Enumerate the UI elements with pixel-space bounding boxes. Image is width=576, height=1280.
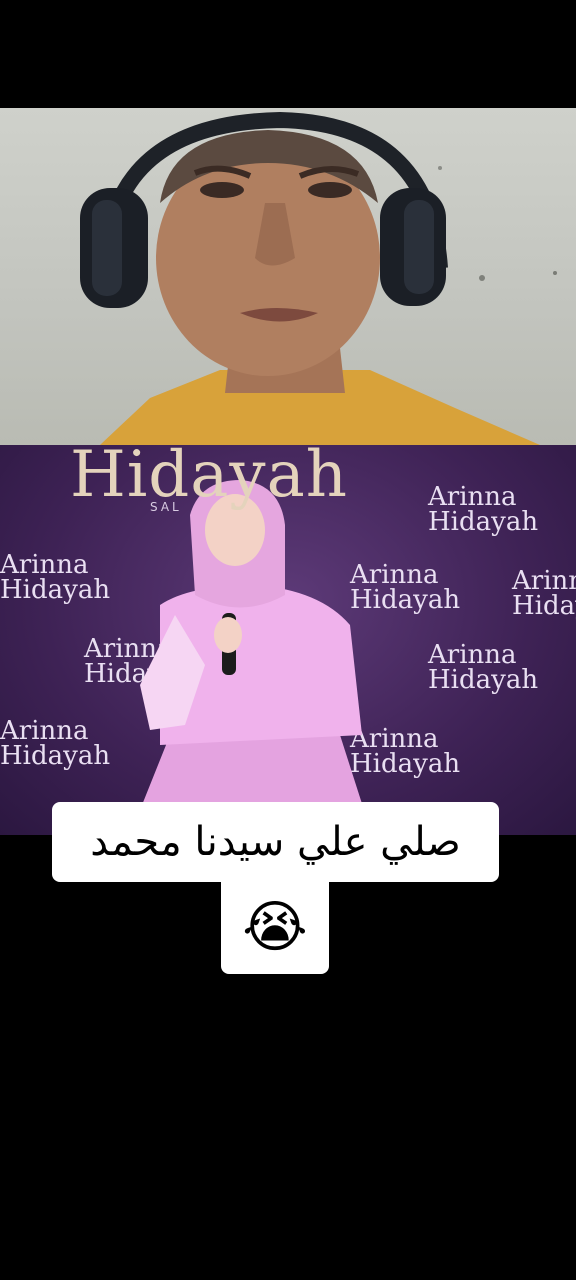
caption-text: صلي علي سيدنا محمد [90, 819, 461, 865]
caption-text-box: صلي علي سيدنا محمد [52, 802, 499, 882]
reactor-scene [80, 111, 557, 445]
banner-headline: Hidayah [70, 438, 348, 512]
caption-emoji-box: 😭 [221, 882, 329, 974]
crying-face-icon: 😭 [242, 895, 308, 960]
banner-subtitle: SAL [150, 500, 182, 514]
reactor-video [0, 108, 576, 445]
